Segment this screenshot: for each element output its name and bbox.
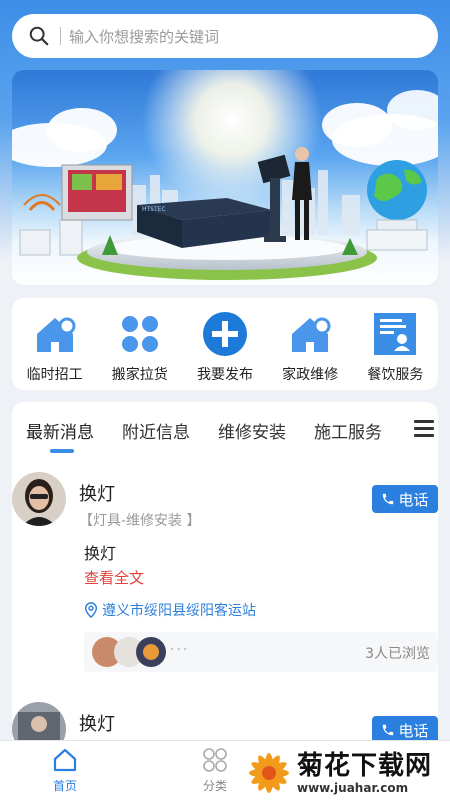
post-location-text: 遵义市绥阳县绥阳客运站 — [102, 603, 256, 619]
category-moving[interactable]: 搬家拉货 — [100, 310, 180, 384]
post-tag: 【灯具-维修安装 】 — [79, 513, 201, 529]
nav-category-label: 分类 — [202, 779, 227, 793]
category-label: 餐饮服务 — [367, 367, 424, 383]
call-button-label: 电话 — [398, 721, 429, 740]
category-publish[interactable]: 我要发布 — [185, 310, 265, 384]
view-count: 3人已浏览 — [365, 646, 430, 662]
search-bar[interactable]: 输入你想搜索的关键词 — [12, 14, 438, 58]
more-viewers-dots: ··· — [170, 642, 190, 658]
home-icon — [53, 748, 77, 772]
post-title: 换灯 — [79, 714, 115, 735]
search-input[interactable]: 输入你想搜索的关键词 — [69, 26, 219, 47]
tab-repair-install[interactable]: 维修安装 — [218, 418, 286, 443]
feed-tabs: 最新消息 附近信息 维修安装 施工服务 — [12, 402, 438, 458]
watermark-url: www.juahar.com — [297, 780, 409, 795]
nav-home[interactable]: 首页 — [35, 747, 95, 794]
document-person-icon — [371, 310, 419, 358]
house-gear-icon — [286, 310, 334, 358]
site-watermark: 菊花下载网 www.juahar.com — [245, 745, 450, 800]
category-label: 我要发布 — [196, 367, 253, 383]
watermark-title: 菊花下载网 — [297, 750, 433, 781]
banner-brand-label: HTSTEC — [142, 206, 166, 213]
four-petal-icon — [116, 310, 164, 358]
location-pin-icon — [84, 602, 98, 618]
post-body: 换灯 — [84, 544, 117, 563]
chrysanthemum-logo-icon — [249, 752, 289, 793]
category-catering[interactable]: 餐饮服务 — [355, 310, 435, 384]
category-label: 搬家拉货 — [111, 367, 168, 383]
tab-nearby[interactable]: 附近信息 — [122, 418, 190, 443]
tab-construction[interactable]: 施工服务 — [314, 418, 382, 443]
category-temp-recruit[interactable]: 临时招工 — [15, 310, 95, 384]
plus-circle-icon — [201, 310, 249, 358]
category-label: 临时招工 — [26, 367, 83, 383]
search-divider — [60, 27, 61, 45]
category-label: 家政维修 — [282, 367, 339, 383]
list-item[interactable]: 换灯 电话 【灯具-维修安装 】 换灯 查看全文 遵义市绥阳县绥阳客运站 ···… — [12, 470, 438, 710]
call-button-label: 电话 — [398, 490, 429, 509]
avatar[interactable] — [12, 472, 66, 526]
category-housekeeping[interactable]: 家政维修 — [270, 310, 350, 384]
nav-category[interactable]: 分类 — [185, 747, 245, 794]
category-icon — [203, 748, 227, 772]
promo-banner[interactable]: HTSTEC — [12, 70, 438, 285]
phone-icon — [383, 724, 394, 736]
viewer-avatar — [136, 637, 166, 667]
search-icon — [29, 26, 49, 46]
post-location[interactable]: 遵义市绥阳县绥阳客运站 — [84, 600, 256, 620]
post-title: 换灯 — [79, 484, 115, 505]
call-button[interactable]: 电话 — [372, 485, 438, 513]
house-gear-icon — [31, 310, 79, 358]
view-full-text-link[interactable]: 查看全文 — [84, 567, 144, 588]
category-grid: 临时招工 搬家拉货 我要发布 家政维修 餐饮服务 — [12, 298, 438, 390]
viewers-bar[interactable]: ··· 3人已浏览 — [84, 632, 438, 672]
banner-illustration: HTSTEC — [12, 70, 438, 280]
nav-home-label: 首页 — [52, 779, 77, 793]
phone-icon — [383, 493, 394, 505]
menu-icon[interactable] — [414, 420, 434, 438]
tab-latest[interactable]: 最新消息 — [26, 418, 94, 453]
